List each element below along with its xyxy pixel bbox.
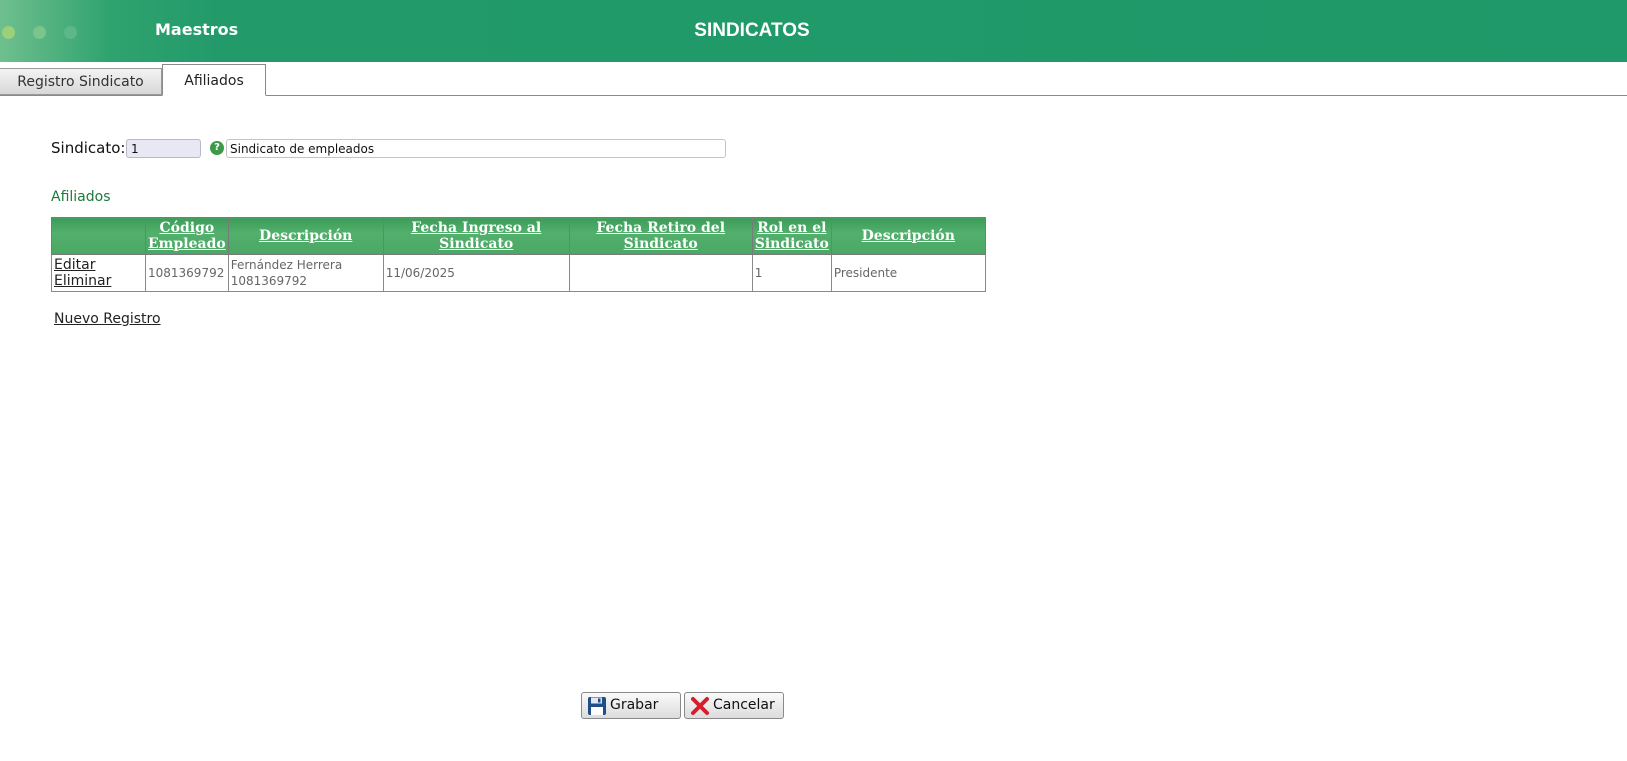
row-actions-cell: Editar Eliminar [51,254,146,292]
help-icon[interactable]: ? [210,141,224,155]
table-row: Editar Eliminar 1081369792 Fernández Her… [51,254,986,292]
save-button[interactable]: Grabar [581,692,681,719]
cell-fecha-retiro [568,254,753,292]
new-record-link[interactable]: Nuevo Registro [54,311,161,327]
header-rol-descripcion[interactable]: Descripción [830,217,986,255]
header-actions [51,217,146,255]
header-descripcion[interactable]: Descripción [227,217,384,255]
header-fecha-retiro[interactable]: Fecha Retiro del Sindicato [568,217,753,255]
app-header: Maestros SINDICATOS [0,0,1627,62]
floppy-disk-icon [588,697,606,715]
sindicato-description-input[interactable] [226,139,726,158]
header-rol[interactable]: Rol en el Sindicato [751,217,832,255]
edit-link[interactable]: Editar [54,257,95,273]
cell-rol: 1 [751,254,832,292]
header-codigo-empleado[interactable]: Código Empleado [145,217,229,255]
cancel-button-label: Cancelar [713,697,775,713]
cell-fecha-ingreso: 11/06/2025 [382,254,570,292]
cell-descripcion: Fernández Herrera 1081369792 [227,254,384,292]
red-x-icon [691,697,709,715]
cancel-button[interactable]: Cancelar [684,692,784,719]
delete-link[interactable]: Eliminar [54,273,111,289]
cell-codigo: 1081369792 [145,254,229,292]
sindicato-code-input[interactable] [126,139,201,158]
table-header-row: Código Empleado Descripción Fecha Ingres… [51,217,986,255]
tab-afiliados[interactable]: Afiliados [162,64,266,96]
tab-registro-sindicato[interactable]: Registro Sindicato [0,68,162,95]
header-fecha-ingreso[interactable]: Fecha Ingreso al Sindicato [382,217,570,255]
afiliados-section-title: Afiliados [51,189,111,205]
save-button-label: Grabar [610,697,659,713]
afiliados-table: Código Empleado Descripción Fecha Ingres… [51,217,986,292]
page-title: SINDICATOS [694,20,810,41]
sindicato-label: Sindicato: [51,139,126,157]
cell-rol-descripcion: Presidente [830,254,986,292]
